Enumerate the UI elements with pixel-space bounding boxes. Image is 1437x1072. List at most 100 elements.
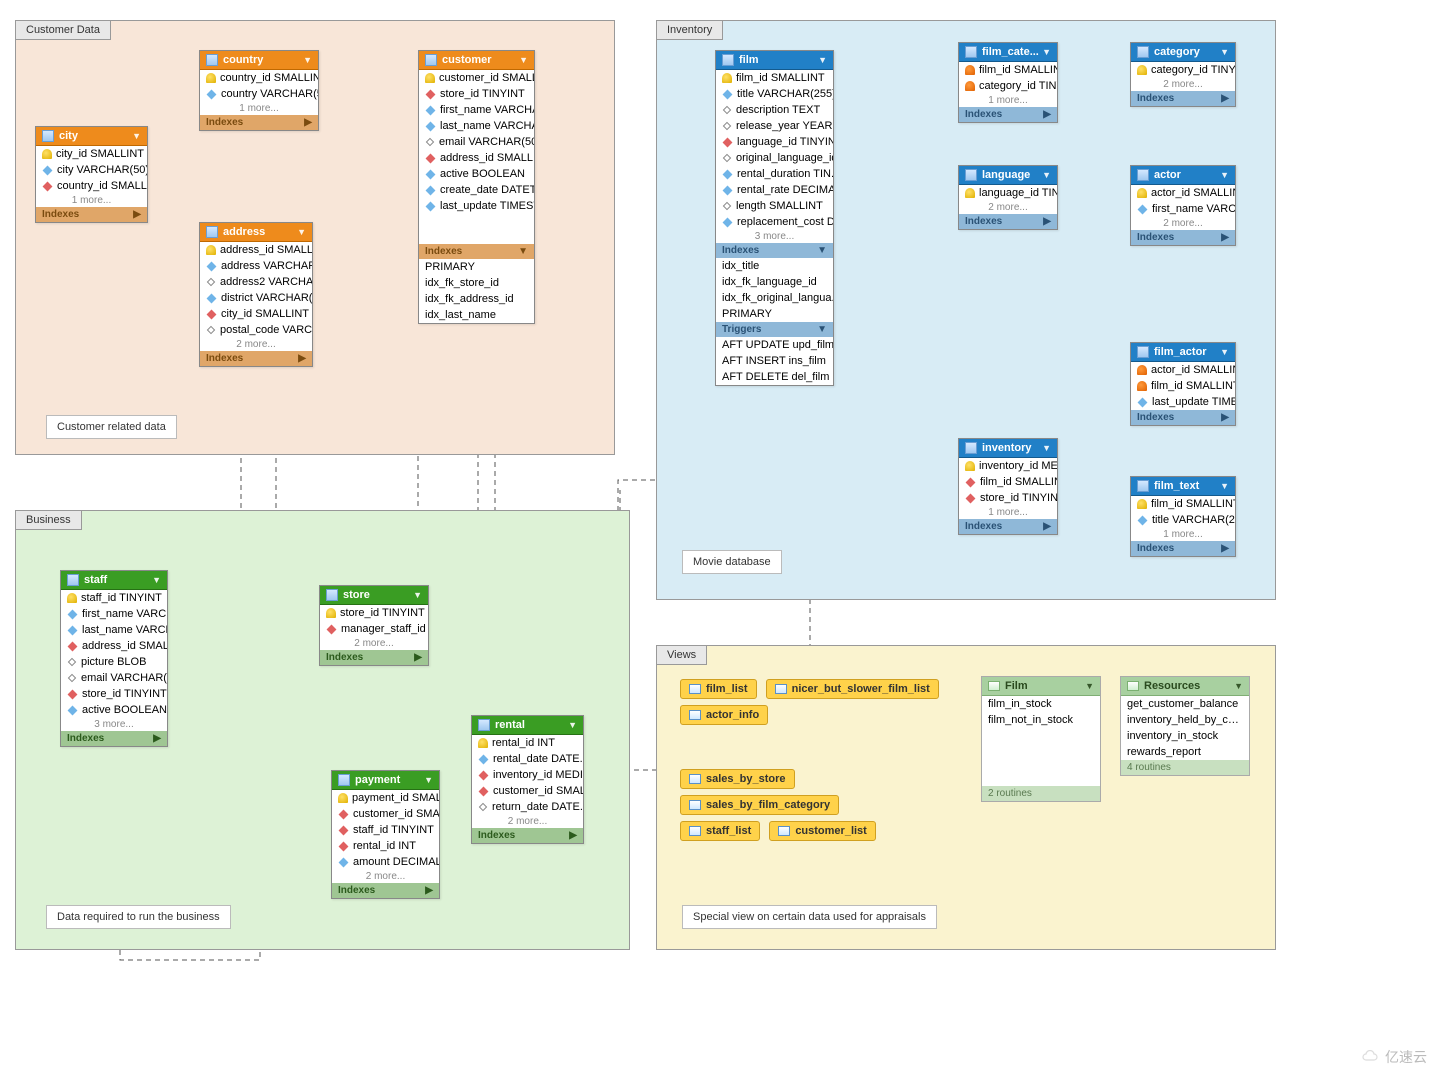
table-icon — [1137, 169, 1149, 181]
section-indexes[interactable]: Indexes▶ — [36, 207, 147, 222]
section-indexes[interactable]: Indexes▶ — [332, 883, 439, 898]
section-indexes[interactable]: Indexes▶ — [1131, 410, 1235, 425]
routine-icon — [1127, 681, 1139, 691]
entity-header[interactable]: film_cate...▼ — [959, 43, 1057, 62]
entity-header[interactable]: address▼ — [200, 223, 312, 242]
collapse-icon[interactable]: ▼ — [818, 55, 827, 65]
section-indexes[interactable]: Indexes▼ — [716, 243, 833, 258]
entity-country[interactable]: country▼ country_id SMALLINT country VAR… — [199, 50, 319, 131]
expand-icon: ▶ — [133, 209, 141, 220]
section-indexes[interactable]: Indexes▶ — [472, 828, 583, 843]
entity-language[interactable]: language▼ language_id TINYI... 2 more...… — [958, 165, 1058, 230]
entity-film-text[interactable]: film_text▼ film_id SMALLINT title VARCHA… — [1130, 476, 1236, 557]
view-nicer-but-slower[interactable]: nicer_but_slower_film_list — [766, 679, 939, 699]
region-note: Data required to run the business — [46, 905, 231, 929]
view-sales-by-film-category[interactable]: sales_by_film_category — [680, 795, 839, 815]
view-icon — [689, 774, 701, 784]
entity-header[interactable]: film▼ — [716, 51, 833, 70]
view-sales-by-store[interactable]: sales_by_store — [680, 769, 795, 789]
routine-icon — [988, 681, 1000, 691]
collapse-icon[interactable]: ▼ — [303, 55, 312, 65]
entity-payment[interactable]: payment▼ payment_id SMAL... customer_id … — [331, 770, 440, 899]
routine-group-film[interactable]: Film▼ film_in_stock film_not_in_stock 2 … — [981, 676, 1101, 802]
region-note: Special view on certain data used for ap… — [682, 905, 937, 929]
views-chips: film_list nicer_but_slower_film_list act… — [680, 676, 960, 844]
region-label: Inventory — [656, 20, 723, 40]
entity-header[interactable]: film_text▼ — [1131, 477, 1235, 496]
entity-header[interactable]: rental▼ — [472, 716, 583, 735]
section-indexes[interactable]: Indexes▶ — [320, 650, 428, 665]
entity-actor[interactable]: actor▼ actor_id SMALLINT first_name VARC… — [1130, 165, 1236, 246]
view-icon — [689, 710, 701, 720]
table-icon — [67, 574, 79, 586]
entity-store[interactable]: store▼ store_id TINYINT manager_staff_id… — [319, 585, 429, 666]
section-indexes[interactable]: Indexes▶ — [200, 351, 312, 366]
entity-header[interactable]: inventory▼ — [959, 439, 1057, 458]
collapse-icon[interactable]: ▼ — [297, 227, 306, 237]
watermark: 亿速云 — [1361, 1047, 1427, 1067]
table-icon — [206, 54, 218, 66]
entity-header[interactable]: staff▼ — [61, 571, 167, 590]
section-indexes[interactable]: Indexes▶ — [200, 115, 318, 130]
region-note: Customer related data — [46, 415, 177, 439]
section-indexes[interactable]: Indexes▶ — [1131, 541, 1235, 556]
entity-header[interactable]: payment▼ — [332, 771, 439, 790]
section-triggers[interactable]: Triggers▼ — [716, 322, 833, 337]
table-icon — [206, 226, 218, 238]
region-label: Customer Data — [15, 20, 111, 40]
region-label: Business — [15, 510, 82, 530]
entity-category[interactable]: category▼ category_id TINYI... 2 more...… — [1130, 42, 1236, 107]
table-icon — [42, 130, 54, 142]
region-label: Views — [656, 645, 707, 665]
entity-header[interactable]: language▼ — [959, 166, 1057, 185]
section-indexes[interactable]: Indexes▶ — [1131, 230, 1235, 245]
entity-staff[interactable]: staff▼ staff_id TINYINT first_name VARCH… — [60, 570, 168, 747]
entity-film-category[interactable]: film_cate...▼ film_id SMALLINT category_… — [958, 42, 1058, 123]
view-film-list[interactable]: film_list — [680, 679, 757, 699]
entity-rental[interactable]: rental▼ rental_id INT rental_date DATE..… — [471, 715, 584, 844]
table-icon — [338, 774, 350, 786]
routine-group-resources[interactable]: Resources▼ get_customer_balance inventor… — [1120, 676, 1250, 776]
columns: city_id SMALLINT city VARCHAR(50) countr… — [36, 146, 147, 207]
section-indexes[interactable]: Indexes▶ — [959, 214, 1057, 229]
entity-inventory[interactable]: inventory▼ inventory_id MEDI... film_id … — [958, 438, 1058, 535]
entity-header[interactable]: city▼ — [36, 127, 147, 146]
view-icon — [689, 800, 701, 810]
section-indexes[interactable]: Indexes▶ — [1131, 91, 1235, 106]
entity-header[interactable]: country▼ — [200, 51, 318, 70]
view-staff-list[interactable]: staff_list — [680, 821, 760, 841]
table-icon — [965, 46, 977, 58]
section-indexes[interactable]: Indexes▶ — [61, 731, 167, 746]
entity-film[interactable]: film▼ film_id SMALLINT title VARCHAR(255… — [715, 50, 834, 386]
section-indexes[interactable]: Indexes▼ — [419, 244, 534, 259]
entity-address[interactable]: address▼ address_id SMALLINT address VAR… — [199, 222, 313, 367]
entity-city[interactable]: city▼ city_id SMALLINT city VARCHAR(50) … — [35, 126, 148, 223]
table-icon — [326, 589, 338, 601]
table-icon — [478, 719, 490, 731]
view-customer-list[interactable]: customer_list — [769, 821, 876, 841]
section-indexes[interactable]: Indexes▶ — [959, 107, 1057, 122]
region-note: Movie database — [682, 550, 782, 574]
entity-header[interactable]: store▼ — [320, 586, 428, 605]
entity-header[interactable]: customer▼ — [419, 51, 534, 70]
entity-header[interactable]: actor▼ — [1131, 166, 1235, 185]
entity-header[interactable]: film_actor▼ — [1131, 343, 1235, 362]
view-actor-info[interactable]: actor_info — [680, 705, 768, 725]
table-icon — [1137, 46, 1149, 58]
table-icon — [425, 54, 437, 66]
view-icon — [689, 826, 701, 836]
view-icon — [775, 684, 787, 694]
table-icon — [1137, 480, 1149, 492]
view-icon — [689, 684, 701, 694]
entity-customer[interactable]: customer▼ customer_id SMALLI... store_id… — [418, 50, 535, 324]
entity-header[interactable]: category▼ — [1131, 43, 1235, 62]
table-icon — [722, 54, 734, 66]
table-icon — [965, 169, 977, 181]
table-icon — [965, 442, 977, 454]
view-icon — [778, 826, 790, 836]
collapse-icon[interactable]: ▼ — [519, 55, 528, 65]
collapse-icon[interactable]: ▼ — [132, 131, 141, 141]
section-indexes[interactable]: Indexes▶ — [959, 519, 1057, 534]
entity-film-actor[interactable]: film_actor▼ actor_id SMALLINT film_id SM… — [1130, 342, 1236, 426]
table-icon — [1137, 346, 1149, 358]
